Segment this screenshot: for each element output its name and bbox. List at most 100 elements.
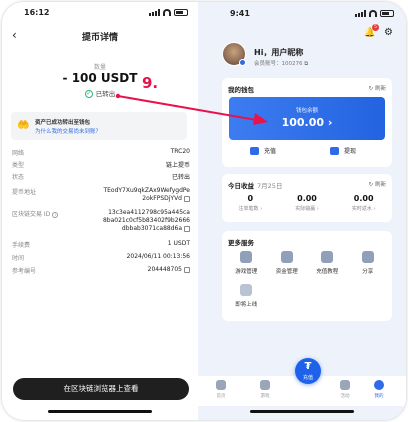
- wallet-card: 我的钱包 ↻ 刷新 钱包余额 100.00 › 充值 提现: [222, 78, 392, 167]
- member-center-screen: 9:41 🔔 5 ⚙ Hi，用户昵称 会员账号：100276 ⧉ 我的钱包 ↻ 刷…: [198, 2, 406, 420]
- tab-mine[interactable]: 我的: [364, 380, 394, 399]
- copy-icon[interactable]: ⧉: [304, 61, 308, 67]
- balance-panel[interactable]: 钱包余额 100.00 ›: [229, 97, 385, 140]
- wifi-icon: [369, 10, 377, 17]
- withdraw-label: 提现: [344, 148, 357, 155]
- detail-value: TRC20: [170, 148, 190, 155]
- copy-icon[interactable]: [184, 266, 190, 273]
- stat-label: 实际输赢 ›: [295, 206, 319, 212]
- today-refresh-button[interactable]: ↻ 刷新: [369, 180, 386, 188]
- tether-icon: ₮: [304, 361, 312, 372]
- bell-icon[interactable]: 🔔 5: [364, 24, 379, 38]
- detail-key: 时间: [12, 255, 25, 262]
- deposit-icon: [250, 146, 259, 155]
- service-label: 游戏管理: [235, 269, 258, 275]
- nav-bar: ‹ 提币详情: [2, 26, 198, 48]
- view-on-explorer-button[interactable]: 在区块链浏览器上查看: [13, 378, 189, 400]
- detail-row-time: 时间 2024/06/11 00:13:56: [12, 253, 190, 266]
- tab-activities[interactable]: 活动: [330, 380, 360, 399]
- service-share[interactable]: 分享: [348, 251, 389, 275]
- detail-key: 参考编号: [12, 268, 37, 275]
- service-deposit-tutorial[interactable]: 充值教程: [307, 251, 348, 275]
- wifi-icon: [163, 9, 171, 16]
- user-icon: [374, 380, 384, 390]
- member-account-text: 会员账号：100276: [254, 61, 303, 67]
- page-title: 提币详情: [81, 33, 118, 43]
- more-services-card: 更多服务 游戏管理 资金管理 充值教程 分享 即将上线: [222, 231, 392, 321]
- detail-row-fee: 手续费 1 USDT: [12, 240, 190, 253]
- detail-key: 状态: [12, 174, 25, 181]
- detail-row-txid: 区块链交易 ID i 13c3ea4112798c95a445ca 8ba021c…: [12, 209, 190, 240]
- service-game-management[interactable]: 游戏管理: [226, 251, 267, 275]
- amount-label: 数量: [93, 64, 106, 71]
- wallet-actions: 充值 提现: [222, 146, 392, 160]
- withdraw-icon: [330, 146, 339, 155]
- header-actions: 🔔 5 ⚙: [364, 24, 394, 38]
- detail-row-network: 网络 TRC20: [12, 148, 190, 160]
- detail-value: 1 USDT: [167, 240, 190, 247]
- tutorial-icon: [321, 251, 334, 263]
- withdraw-button[interactable]: 提现: [330, 146, 356, 155]
- detail-value: 13c3ea4112798c95a445ca 8ba021c0cf5b83402…: [103, 209, 190, 233]
- service-label: 资金管理: [275, 269, 298, 275]
- reference-text: 204448705: [147, 266, 182, 273]
- stat-bet-count[interactable]: 0 注单笔数 ›: [222, 194, 279, 212]
- detail-key: 区块链交易 ID i: [12, 209, 59, 218]
- detail-value: 204448705: [148, 266, 190, 273]
- detail-value: 链上提币: [165, 162, 190, 169]
- gamepad-icon: [260, 380, 270, 390]
- detail-key: 网络: [12, 150, 25, 157]
- stat-rebate[interactable]: 0.00 实时返水 ›: [335, 194, 392, 212]
- stat-value: 0: [247, 194, 254, 203]
- tab-home[interactable]: 首页: [206, 380, 236, 399]
- stat-net-winloss[interactable]: 0.00 实际输赢 ›: [279, 194, 336, 212]
- tab-games[interactable]: 游戏: [250, 380, 280, 399]
- signal-icon: [149, 9, 160, 16]
- deposit-button[interactable]: 充值: [250, 146, 276, 155]
- avatar[interactable]: [222, 42, 246, 66]
- detail-key: 类型: [12, 162, 25, 169]
- detail-row-address: 提币地址 TEodY7Xu9qkZAx9WefygdPe 2okFPSDjYVd: [12, 187, 190, 209]
- chevron-right-icon: ›: [327, 116, 333, 129]
- gamepad-icon: [240, 251, 253, 263]
- info-banner: 🤲 资产已成功转出至钱包 为什么我的交易尚未到账？: [11, 112, 187, 140]
- gear-icon[interactable]: ⚙: [384, 28, 394, 38]
- home-indicator: [250, 410, 354, 413]
- today-date: 7月25日: [257, 182, 283, 190]
- lightbulb-icon: [240, 284, 253, 296]
- tab-deposit[interactable]: ₮ 充值: [295, 358, 321, 384]
- service-label: 分享: [362, 269, 374, 275]
- today-title: 今日收益 7月25日: [228, 180, 282, 190]
- detail-rows: 网络 TRC20 类型 链上提币 状态 已转出 提币地址 TEodY7Xu9qk…: [12, 148, 190, 278]
- copy-icon[interactable]: [184, 195, 190, 202]
- status-time: 16:12: [24, 8, 50, 17]
- home-indicator: [48, 410, 152, 413]
- tab-label: 充值: [302, 375, 313, 381]
- signal-icon: [355, 10, 366, 17]
- stat-label-text: 注单笔数: [238, 206, 259, 212]
- copy-icon[interactable]: [184, 225, 190, 232]
- step-number: 9.: [142, 74, 159, 92]
- share-icon: [361, 251, 374, 263]
- wallet-refresh-button[interactable]: ↻ 刷新: [369, 84, 386, 92]
- address-text: TEodY7Xu9qkZAx9WefygdPe 2okFPSDjYVd: [103, 187, 190, 202]
- today-title-text: 今日收益: [228, 182, 254, 190]
- detail-value: TEodY7Xu9qkZAx9WefygdPe 2okFPSDjYVd: [103, 187, 190, 203]
- member-account: 会员账号：100276 ⧉: [254, 59, 308, 68]
- detail-key: 手续费: [12, 242, 31, 249]
- edit-icon[interactable]: [239, 59, 246, 66]
- detail-row-type: 类型 链上提币: [12, 160, 190, 172]
- detail-key: 提币地址: [12, 189, 37, 196]
- service-label: 充值教程: [316, 269, 339, 275]
- status-bar: 16:12: [24, 8, 188, 20]
- gift-icon: [340, 380, 350, 390]
- status-time: 9:41: [230, 9, 250, 18]
- today-stats: 0 注单笔数 › 0.00 实际输赢 › 0.00 实时返水 ›: [222, 194, 392, 212]
- service-coming-soon[interactable]: 即将上线: [226, 284, 267, 308]
- home-icon: [216, 380, 226, 390]
- info-icon[interactable]: i: [52, 211, 59, 218]
- help-link[interactable]: 为什么我的交易尚未到账？: [35, 127, 101, 135]
- service-fund-management[interactable]: 资金管理: [267, 251, 308, 275]
- txid-label: 区块链交易 ID: [12, 211, 51, 218]
- refresh-label: 刷新: [374, 86, 386, 92]
